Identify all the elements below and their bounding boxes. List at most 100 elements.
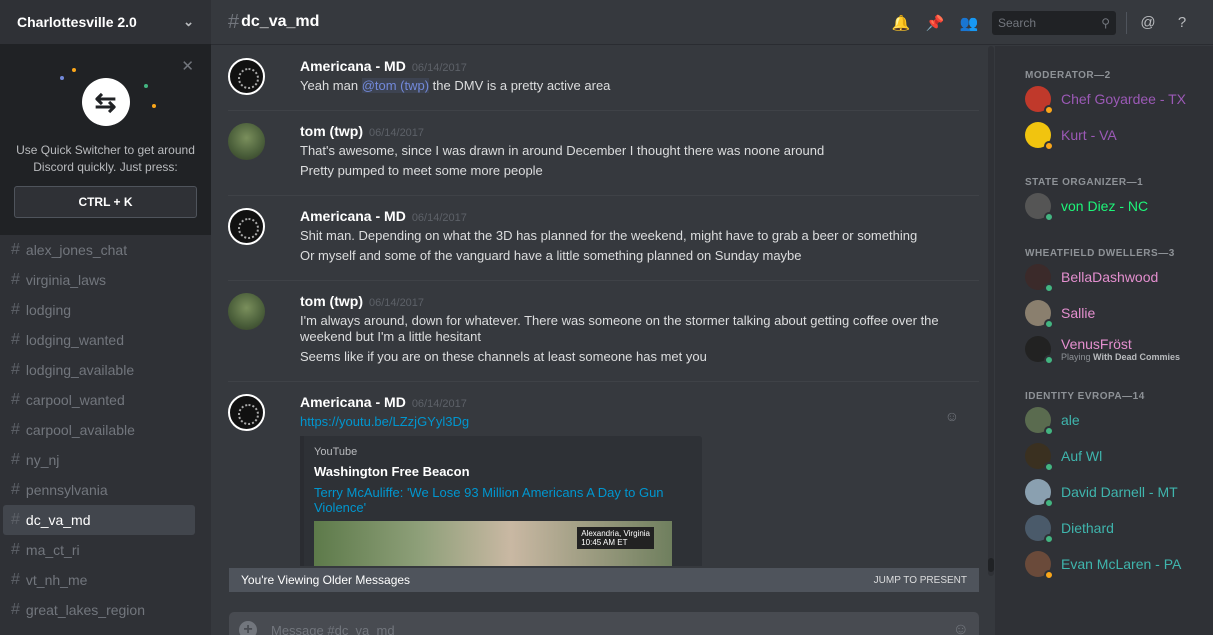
message-group: Americana - MD 06/14/2017 https://youtu.be…: [228, 382, 979, 566]
author-name[interactable]: Americana - MD: [300, 58, 406, 74]
message-header: Americana - MD 06/14/2017: [300, 196, 962, 224]
avatar[interactable]: [228, 293, 265, 330]
channel-name: pennsylvania: [25, 482, 108, 498]
embed-thumbnail[interactable]: Alexandria, Virginia 10:45 AM ET: [314, 521, 672, 566]
avatar: [1025, 86, 1054, 115]
member-item[interactable]: Sallie: [1025, 295, 1213, 331]
pin-icon[interactable]: 📌: [918, 11, 952, 35]
message-group: Americana - MD 06/14/2017 Shit man. Depend…: [228, 196, 979, 281]
member-item[interactable]: Diethard: [1025, 510, 1213, 546]
channel-name: alex_jones_chat: [25, 242, 128, 258]
server-header[interactable]: Charlottesville 2.0 ⌄: [0, 0, 211, 45]
composer-placeholder: Message #dc_va_md: [271, 622, 395, 635]
emoji-icon[interactable]: ☺: [953, 621, 969, 635]
member-item[interactable]: Kurt - VA: [1025, 117, 1213, 153]
member-name: VenusFröst: [1061, 336, 1132, 352]
add-reaction-icon[interactable]: ☺: [945, 408, 959, 424]
role-header: MODERATOR—2: [1025, 70, 1111, 81]
hash-icon: #: [11, 451, 20, 468]
message-list: Americana - MD 06/14/2017 Yeah man @tom (t…: [211, 46, 985, 566]
member-name: Diethard: [1061, 520, 1114, 536]
divider: [1126, 11, 1127, 34]
older-messages-bar[interactable]: You're Viewing Older Messages JUMP TO PR…: [229, 568, 979, 592]
message-text: Shit man. Depending on what the 3D has p…: [300, 228, 918, 243]
member-item[interactable]: BellaDashwood: [1025, 259, 1213, 295]
author-name[interactable]: Americana - MD: [300, 208, 406, 224]
help-icon[interactable]: ?: [1165, 11, 1199, 35]
member-name: Auf Wl: [1061, 448, 1103, 464]
hash-icon: #: [11, 271, 20, 288]
mention-icon[interactable]: @: [1131, 11, 1165, 35]
user-mention[interactable]: @tom (twp): [361, 78, 430, 93]
channel-item[interactable]: # ny_nj: [3, 445, 195, 475]
channel-item[interactable]: # dc_va_md: [3, 505, 195, 535]
message-text-part: the DMV is a pretty active area: [429, 78, 611, 93]
status-indicator: [1044, 212, 1054, 222]
author-name[interactable]: tom (twp): [300, 123, 363, 139]
member-name: ale: [1061, 412, 1080, 428]
member-item[interactable]: Auf Wl: [1025, 438, 1213, 474]
channel-item[interactable]: # carpool_available: [3, 415, 195, 445]
member-item[interactable]: David Darnell - MT: [1025, 474, 1213, 510]
member-item[interactable]: Chef Goyardee - TX: [1025, 81, 1213, 117]
hash-icon: #: [11, 361, 20, 378]
chevron-down-icon[interactable]: ⌄: [183, 14, 194, 30]
search-input[interactable]: Search ⚲: [992, 10, 1116, 35]
status-indicator: [1044, 141, 1054, 151]
channel-name: lodging: [25, 302, 72, 318]
member-activity: Playing With Dead Commies: [1061, 352, 1180, 362]
quick-switcher-icon: ⇆: [59, 68, 156, 126]
avatar: [1025, 300, 1054, 329]
channel-item[interactable]: # lodging_wanted: [3, 325, 195, 355]
embed-title[interactable]: Terry McAuliffe: 'We Lose 93 Million Ame…: [314, 485, 692, 515]
channel-item[interactable]: # virginia_laws: [3, 265, 195, 295]
avatar: [1025, 551, 1054, 580]
avatar: [1025, 407, 1054, 436]
member-item[interactable]: ale: [1025, 402, 1213, 438]
member-name: BellaDashwood: [1061, 269, 1159, 285]
scrollbar[interactable]: [988, 46, 994, 576]
search-placeholder: Search: [998, 15, 1037, 30]
message-text: That's awesome, since I was drawn in aro…: [300, 143, 825, 158]
bell-icon[interactable]: 🔔: [884, 11, 918, 35]
embed-provider[interactable]: YouTube: [314, 446, 692, 458]
status-indicator: [1044, 462, 1054, 472]
jump-to-present-button[interactable]: JUMP TO PRESENT: [874, 575, 967, 586]
member-item[interactable]: VenusFröst Playing With Dead Commies: [1025, 331, 1213, 367]
status-indicator: [1044, 534, 1054, 544]
channel-item[interactable]: # pennsylvania: [3, 475, 195, 505]
message-composer[interactable]: + Message #dc_va_md ☺: [229, 612, 979, 635]
upload-icon[interactable]: +: [239, 621, 257, 635]
close-icon[interactable]: ✕: [181, 57, 194, 75]
author-name[interactable]: tom (twp): [300, 293, 363, 309]
channel-item[interactable]: # vt_nh_me: [3, 565, 195, 595]
avatar: [1025, 336, 1054, 365]
channel-item[interactable]: # carpool_wanted: [3, 385, 195, 415]
thumbnail-location: Alexandria, Virginia: [581, 529, 650, 538]
message-text: Or myself and some of the vanguard have …: [300, 248, 802, 263]
thumbnail-time: 10:45 AM ET: [581, 538, 628, 547]
channel-title: dc_va_md: [241, 13, 320, 30]
avatar[interactable]: [228, 394, 265, 431]
status-indicator: [1044, 355, 1054, 365]
member-item[interactable]: Evan McLaren - PA: [1025, 546, 1213, 582]
member-item[interactable]: von Diez - NC: [1025, 188, 1213, 224]
scrollbar-thumb[interactable]: [988, 558, 994, 572]
avatar: [1025, 122, 1054, 151]
members-icon[interactable]: 👥: [952, 11, 986, 35]
channel-item[interactable]: # lodging_available: [3, 355, 195, 385]
channel-item[interactable]: # alex_jones_chat: [3, 235, 195, 265]
channel-item[interactable]: # ma_ct_ri: [3, 535, 195, 565]
message-link[interactable]: https://youtu.be/LZzjGYyl3Dg: [300, 414, 962, 430]
avatar[interactable]: [228, 208, 265, 245]
role-header: STATE ORGANIZER—1: [1025, 177, 1144, 188]
channel-name: vt_nh_me: [25, 572, 88, 588]
author-name[interactable]: Americana - MD: [300, 394, 406, 410]
channel-item[interactable]: # lodging: [3, 295, 195, 325]
embed-author[interactable]: Washington Free Beacon: [314, 464, 692, 479]
message-text: I'm always around, down for whatever. Th…: [300, 313, 939, 344]
channel-item[interactable]: # great_lakes_region: [3, 595, 195, 625]
avatar[interactable]: [228, 58, 265, 95]
avatar[interactable]: [228, 123, 265, 160]
message-text: Pretty pumped to meet some more people: [300, 163, 543, 178]
